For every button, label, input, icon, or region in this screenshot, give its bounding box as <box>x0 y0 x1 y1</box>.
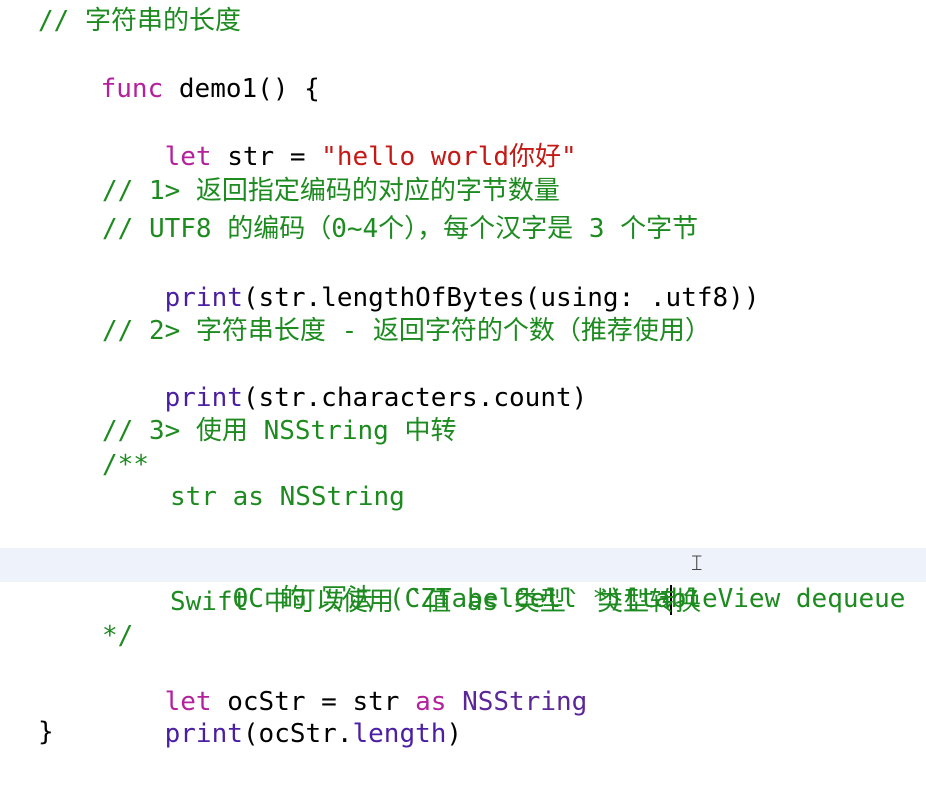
comment-line: // 2> 字符串长度 - 返回字符的个数（推荐使用） <box>102 316 711 346</box>
keyword-func: func <box>100 74 164 104</box>
let-str-line: let str = "hello world你好" <box>0 106 926 172</box>
doc-comment-line: Swift 中可以使用 `值 as 类型` 类型转换 <box>170 587 702 617</box>
let-ocstr-line: let ocStr = str as NSString <box>0 651 926 717</box>
i-beam-cursor-icon: 𝙸 <box>689 551 705 576</box>
comment-line: // 1> 返回指定编码的对应的字节数量 <box>102 176 560 206</box>
print-function: print <box>164 283 243 313</box>
comment-line: // 字符串的长度 <box>38 6 241 36</box>
func-declaration-line: func demo1() { <box>0 38 926 104</box>
print-count-line: print(str.characters.count) <box>0 347 926 413</box>
current-line[interactable]: OC 的 写法 (CZTabelCell *)[tableView dequeu… <box>0 548 926 615</box>
print-arguments: (str.characters.count) <box>242 383 588 413</box>
print-arguments: (str.lengthOfBytes(using: .utf8)) <box>242 283 760 313</box>
comment-line: // UTF8 的编码（0~4个），每个汉字是 3 个字节 <box>102 214 699 244</box>
code-editor[interactable]: // 字符串的长度 func demo1() { let str = "hell… <box>0 0 926 756</box>
closing-brace: } <box>38 717 54 747</box>
print-bytes-line: print(str.lengthOfBytes(using: .utf8)) <box>0 247 926 313</box>
keyword-let: let <box>164 142 212 172</box>
variable-assignment: str = <box>211 142 322 172</box>
print-length-line: print(ocStr.length) <box>0 683 926 749</box>
string-literal: "hello world你好" <box>321 142 577 172</box>
doc-comment-open: /** <box>102 450 149 480</box>
doc-comment-line: str as NSString <box>170 482 405 512</box>
print-function: print <box>164 383 243 413</box>
comment-line: // 3> 使用 NSString 中转 <box>102 416 457 446</box>
doc-comment-close: */ <box>102 621 134 651</box>
function-signature: demo1() { <box>163 74 320 104</box>
